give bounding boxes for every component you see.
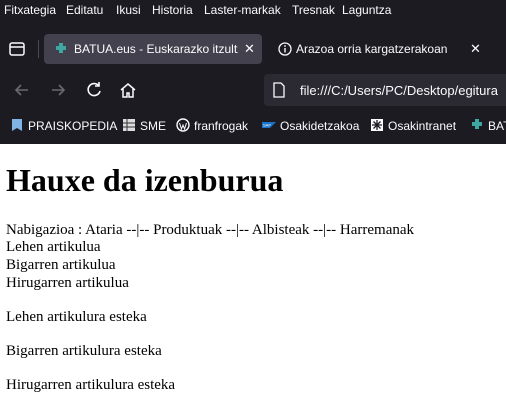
article-heading: Bigarren artikulua (6, 257, 116, 273)
back-arrow-icon[interactable] (12, 80, 32, 100)
menu-historia[interactable]: Historia (152, 3, 193, 17)
reload-icon[interactable] (84, 80, 104, 100)
puzzle-icon (56, 43, 66, 53)
bookmark-icon (12, 119, 22, 131)
menu-laguntza[interactable]: Laguntza (342, 3, 391, 17)
tab-title: BATUA.eus - Euskarazko itzultza (74, 42, 238, 56)
article-link: Hirugarren artikulura esteka (6, 377, 176, 393)
wordpress-icon (176, 118, 190, 132)
tab-arazoa[interactable]: Arazoa orria kargatzerakoan ✕ (276, 34, 506, 64)
tab-separator (38, 40, 39, 58)
grid-icon (123, 119, 135, 131)
article-heading: Hirugarren artikulua (6, 275, 129, 291)
forward-arrow-icon[interactable] (48, 80, 68, 100)
menu-editatu[interactable]: Editatu (66, 3, 103, 17)
address-bar[interactable]: file:///C:/Users/PC/Desktop/egitura (264, 74, 506, 106)
home-icon[interactable] (118, 80, 138, 100)
snowflake-icon (371, 119, 383, 131)
article-link: Bigarren artikulura esteka (6, 343, 162, 359)
tab-strip: BATUA.eus - Euskarazko itzultza ✕ Arazoa… (0, 30, 506, 68)
page-title: Hauxe da izenburua (6, 162, 284, 198)
tab-batua[interactable]: BATUA.eus - Euskarazko itzultza ✕ (44, 34, 262, 64)
sap-icon: SAP (262, 122, 276, 128)
page-content: Hauxe da izenburua Nabigazioa : Ataria -… (0, 144, 506, 411)
site-navigation: Nabigazioa : Ataria --|-- Produktuak --|… (6, 222, 415, 238)
article-heading: Lehen artikulua (6, 239, 101, 255)
tab-list-icon[interactable] (6, 38, 28, 60)
menu-fitxategia[interactable]: Fitxategia (4, 3, 56, 17)
document-icon (273, 82, 285, 98)
menu-bar: Fitxategia Editatu Ikusi Historia Laster… (0, 0, 506, 22)
menu-laster-markak[interactable]: Laster-markak (204, 3, 281, 17)
svg-text:SAP: SAP (263, 123, 271, 128)
menu-tresnak[interactable]: Tresnak (292, 3, 335, 17)
puzzle-icon (472, 119, 482, 129)
navigation-toolbar: file:///C:/Users/PC/Desktop/egitura (0, 70, 506, 110)
tab-title: Arazoa orria kargatzerakoan (296, 42, 448, 56)
close-icon[interactable]: ✕ (470, 41, 481, 57)
browser-chrome: Fitxategia Editatu Ikusi Historia Laster… (0, 0, 506, 144)
menu-ikusi[interactable]: Ikusi (116, 3, 141, 17)
article-link: Lehen artikulura esteka (6, 309, 147, 325)
bookmarks-toolbar: PRAISKOPEDIA SME franfrogak SAP Osakidet… (0, 114, 506, 138)
url-text: file:///C:/Users/PC/Desktop/egitura (300, 83, 498, 98)
close-icon[interactable]: ✕ (244, 41, 255, 57)
info-icon (278, 42, 292, 56)
